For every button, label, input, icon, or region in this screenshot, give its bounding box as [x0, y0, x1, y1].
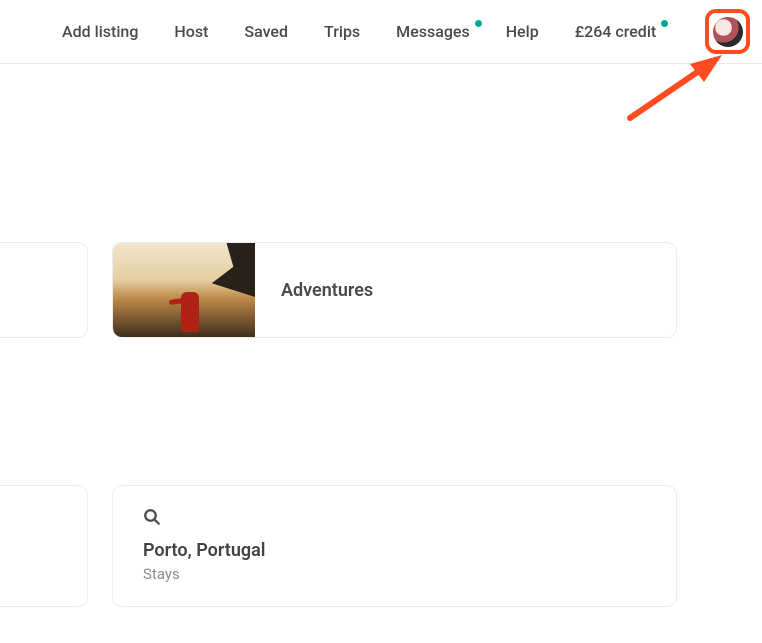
adventures-title: Adventures [281, 280, 373, 301]
search-card-porto[interactable]: Porto, Portugal Stays [112, 485, 677, 607]
search-card-title: Porto, Portugal [143, 540, 646, 561]
nav-add-listing[interactable]: Add listing [62, 22, 138, 41]
nav-saved[interactable]: Saved [244, 22, 288, 41]
nav-items: Add listing Host Saved Trips Messages He… [62, 22, 683, 41]
search-card-subtitle: Stays [143, 565, 646, 583]
category-card-adventures[interactable]: Adventures [112, 242, 677, 338]
notification-dot-icon [475, 20, 482, 27]
search-card-prev[interactable] [0, 485, 88, 607]
nav-credit-label: £264 credit [575, 22, 657, 41]
nav-help[interactable]: Help [506, 22, 539, 41]
nav-messages[interactable]: Messages [396, 22, 470, 41]
thumbnail-cliff-shape [207, 242, 255, 297]
search-icon [143, 508, 646, 526]
nav-trips[interactable]: Trips [324, 22, 360, 41]
avatar-icon [713, 17, 743, 47]
nav-messages-label: Messages [396, 22, 470, 41]
top-nav: Add listing Host Saved Trips Messages He… [0, 0, 762, 64]
nav-credit[interactable]: £264 credit [575, 22, 657, 41]
nav-host[interactable]: Host [174, 22, 208, 41]
notification-dot-icon [661, 20, 668, 27]
profile-avatar-button[interactable] [705, 9, 750, 54]
adventures-thumbnail [113, 242, 255, 338]
category-card-prev[interactable] [0, 242, 88, 338]
